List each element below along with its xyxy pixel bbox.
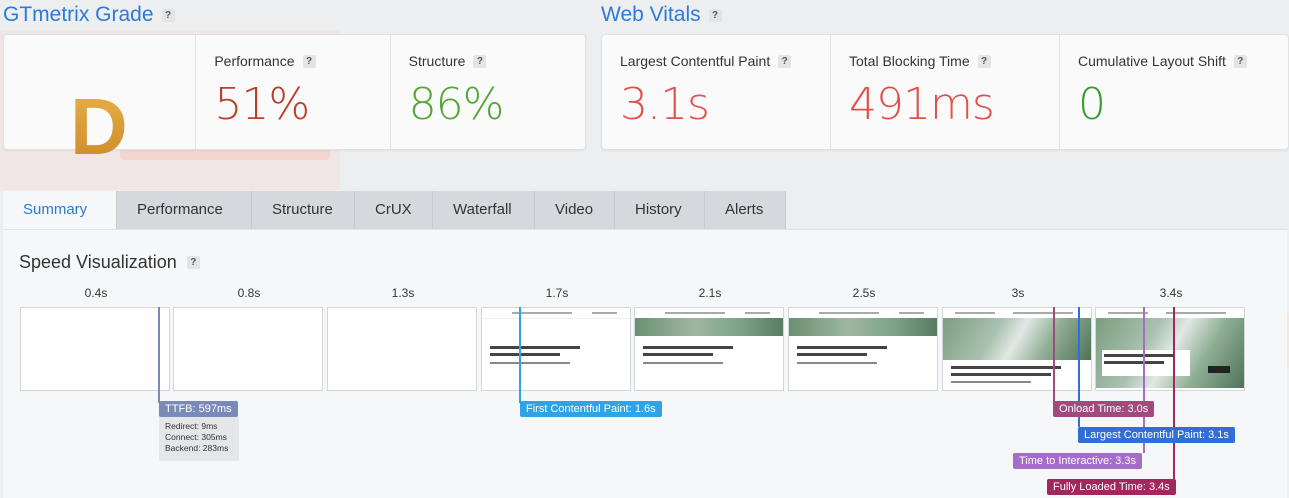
ttfb-detail: Redirect: 9ms Connect: 305ms Backend: 28… [159, 417, 239, 461]
vitals-help-icon[interactable]: ? [708, 8, 722, 22]
filmstrip-frame[interactable] [20, 307, 170, 391]
tab-history[interactable]: History [615, 191, 705, 229]
performance-cell: Performance ? 51% [196, 35, 391, 149]
time-label: 1.3s [391, 286, 415, 300]
time-label: 2.1s [698, 286, 722, 300]
filmstrip-frame[interactable] [942, 307, 1092, 391]
time-label: 3.4s [1159, 286, 1183, 300]
time-label: 3s [1011, 286, 1025, 300]
grade-letter: D [70, 82, 128, 171]
cls-label: Cumulative Layout Shift [1078, 53, 1226, 69]
speed-help-icon[interactable]: ? [186, 256, 200, 269]
structure-help-icon[interactable]: ? [473, 54, 487, 68]
tab-crux[interactable]: CrUX [355, 191, 433, 229]
performance-help-icon[interactable]: ? [302, 54, 316, 68]
filmstrip-frame[interactable] [1095, 307, 1245, 391]
tab-video[interactable]: Video [535, 191, 615, 229]
cls-cell: Cumulative Layout Shift ? 0 [1060, 35, 1288, 149]
time-label: 1.7s [545, 286, 569, 300]
structure-value: 86% [408, 79, 505, 130]
filmstrip-frame[interactable] [173, 307, 323, 391]
ttfb-tag: TTFB: 597ms [159, 401, 238, 417]
ttfb-line [158, 307, 160, 403]
tab-structure[interactable]: Structure [252, 191, 355, 229]
time-label: 2.5s [852, 286, 876, 300]
onload-tag: Onload Time: 3.0s [1053, 401, 1155, 417]
tab-summary[interactable]: Summary [3, 191, 117, 229]
tab-performance[interactable]: Performance [117, 191, 252, 229]
vitals-card: Largest Contentful Paint ? 3.1s Total Bl… [601, 34, 1289, 150]
filmstrip-frame[interactable] [634, 307, 784, 391]
onload-line [1053, 307, 1055, 403]
structure-cell: Structure ? 86% [391, 35, 585, 149]
cls-value: 0 [1078, 79, 1106, 130]
tbt-value: 491ms [849, 79, 995, 130]
tab-alerts[interactable]: Alerts [705, 191, 786, 229]
filmstrip-frame[interactable] [788, 307, 938, 391]
web-vitals-title: Web Vitals ? [601, 3, 722, 27]
grade-help-icon[interactable]: ? [161, 8, 175, 22]
lcp-cell: Largest Contentful Paint ? 3.1s [602, 35, 831, 149]
cls-help-icon[interactable]: ? [1233, 54, 1247, 68]
tbt-cell: Total Blocking Time ? 491ms [831, 35, 1060, 149]
lcp-label: Largest Contentful Paint [620, 53, 771, 69]
fcp-line [519, 307, 521, 403]
lcp-tag: Largest Contentful Paint: 3.1s [1078, 427, 1235, 443]
fully-loaded-tag: Fully Loaded Time: 3.4s [1047, 479, 1176, 495]
filmstrip-frame[interactable] [327, 307, 477, 391]
time-label: 0.8s [237, 286, 261, 300]
filmstrip-frame[interactable] [481, 307, 631, 391]
grade-cell: D [4, 35, 197, 171]
tti-tag: Time to Interactive: 3.3s [1013, 453, 1142, 469]
time-label: 0.4s [84, 286, 108, 300]
lcp-value: 3.1s [620, 79, 710, 130]
tab-waterfall[interactable]: Waterfall [433, 191, 535, 229]
fully-loaded-line [1173, 307, 1175, 479]
performance-value: 51% [214, 79, 310, 130]
structure-label: Structure [408, 53, 466, 69]
grade-card: D Performance ? 51% Structure ? 86% [3, 34, 586, 171]
report-tabs: Summary Performance Structure CrUX Water… [3, 191, 786, 229]
lcp-help-icon[interactable]: ? [778, 54, 792, 68]
performance-label: Performance [214, 53, 295, 69]
tbt-help-icon[interactable]: ? [977, 54, 991, 68]
tbt-label: Total Blocking Time [849, 53, 970, 69]
gtmetrix-grade-title: GTmetrix Grade ? [3, 3, 175, 27]
summary-panel: Speed Visualization ? 0.4s 0.8s 1.3s 1.7… [3, 229, 1287, 498]
fcp-tag: First Contentful Paint: 1.6s [520, 401, 662, 417]
speed-visualization-title: Speed Visualization ? [19, 252, 200, 273]
